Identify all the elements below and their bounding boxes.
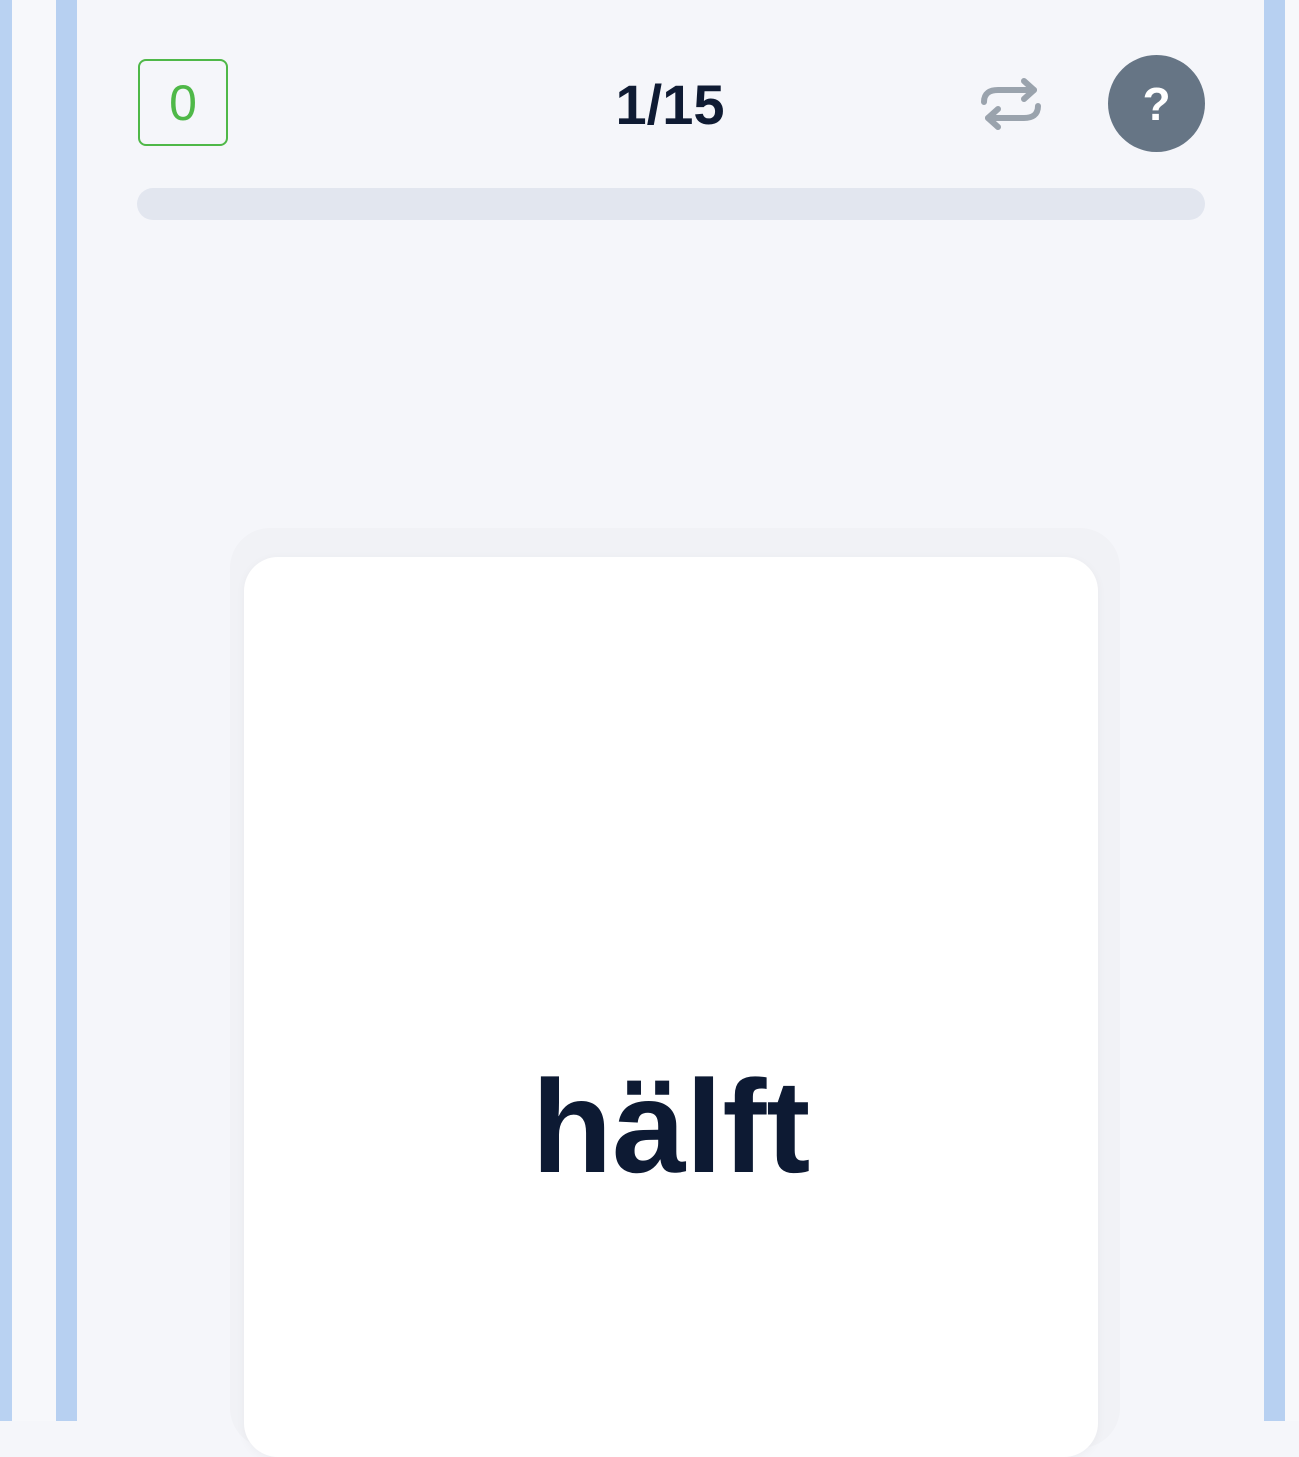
outer-left-border: [0, 0, 12, 1421]
repeat-icon: [981, 78, 1041, 130]
question-mark-icon: ?: [1142, 77, 1171, 130]
score-counter: 0: [138, 59, 228, 146]
flashcard-word: hälft: [531, 1053, 811, 1200]
outer-left-margin: [12, 0, 56, 1421]
card-counter: 1/15: [615, 73, 725, 136]
outer-right-margin: [1285, 0, 1299, 1421]
progress-bar: [137, 188, 1205, 220]
help-button[interactable]: ?: [1108, 55, 1205, 152]
frame-right-border: [1264, 0, 1285, 1421]
score-value: 0: [169, 74, 197, 131]
flashcard-app: 0 1/15 ? hälft: [77, 0, 1264, 1457]
frame-left-border: [56, 0, 77, 1421]
repeat-button[interactable]: [973, 72, 1049, 136]
flashcard[interactable]: hälft: [244, 557, 1098, 1457]
